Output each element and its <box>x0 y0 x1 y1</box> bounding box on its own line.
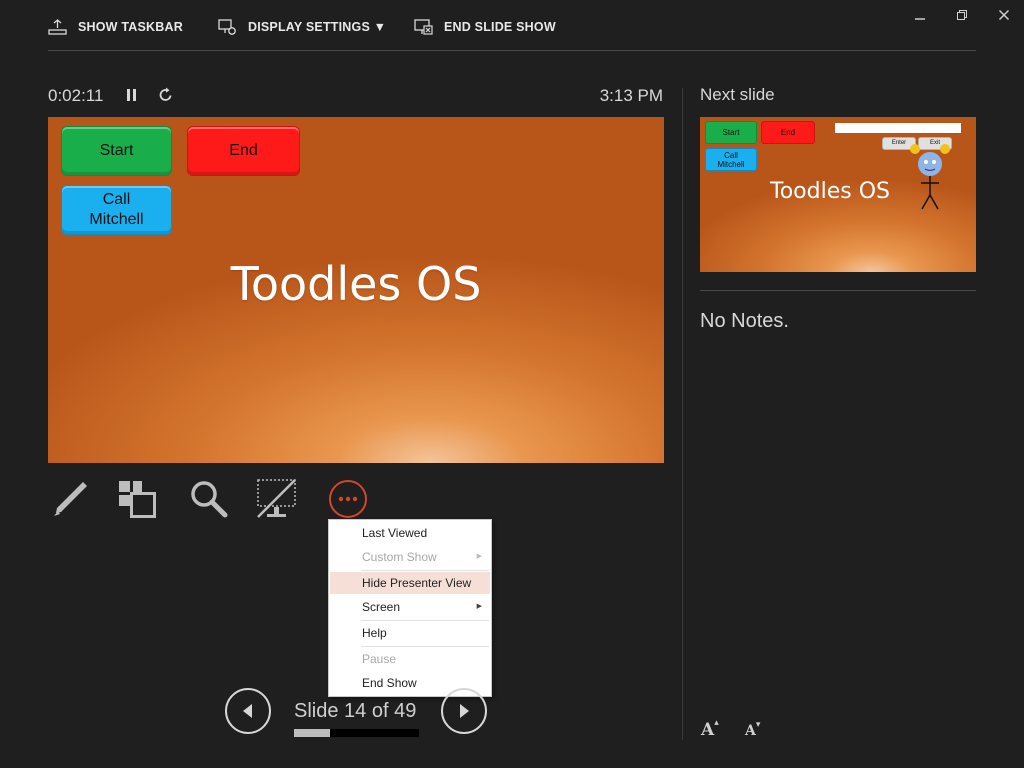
show-taskbar-button[interactable]: SHOW TASKBAR <box>48 16 183 38</box>
show-taskbar-label: SHOW TASKBAR <box>78 20 183 34</box>
pane-divider <box>682 88 683 740</box>
preview-end-button: End <box>761 121 815 144</box>
preview-text-box <box>835 123 961 133</box>
taskbar-icon <box>48 19 67 35</box>
menu-item-screen[interactable]: Screen ▶ <box>330 596 490 618</box>
previous-arrow-icon <box>243 704 252 718</box>
menu-item-label: Hide Presenter View <box>362 576 472 590</box>
display-settings-label: DISPLAY SETTINGS ▼ <box>248 20 387 34</box>
slide-sorter-button[interactable] <box>115 477 159 521</box>
restart-timer-button[interactable] <box>158 86 176 106</box>
elapsed-timer: 0:02:11 <box>48 86 103 106</box>
submenu-arrow-icon: ▶ <box>476 553 482 560</box>
slide-start-label: Start <box>99 142 134 159</box>
preview-call-button: Call Mitchell <box>705 148 757 171</box>
minimize-button[interactable] <box>905 4 935 24</box>
close-button[interactable] <box>989 4 1019 24</box>
menu-item-label: Help <box>362 626 387 640</box>
caret-up-icon: ▴ <box>714 718 719 728</box>
menu-item-label: Last Viewed <box>362 526 428 540</box>
display-settings-icon <box>218 19 236 35</box>
preview-slide-title: Toodles OS <box>770 179 890 204</box>
slide-progress-bar <box>294 729 419 737</box>
menu-item-label: Pause <box>362 652 397 666</box>
increase-font-icon: A <box>701 720 715 740</box>
slide-call-button[interactable]: Call Mitchell <box>61 185 172 235</box>
pause-icon <box>127 89 136 101</box>
pause-timer-button[interactable] <box>124 86 142 106</box>
menu-item-last-viewed[interactable]: Last Viewed <box>330 522 490 544</box>
end-show-icon <box>414 19 433 35</box>
clock: 3:13 PM <box>600 86 663 106</box>
preview-start-label: Start <box>722 128 740 137</box>
pen-icon <box>54 482 87 516</box>
options-menu: Last Viewed Custom Show ▶ Hide Presenter … <box>328 519 492 697</box>
zoom-button[interactable] <box>186 477 230 521</box>
pen-tool-button[interactable] <box>47 477 91 521</box>
restore-button[interactable] <box>947 4 977 24</box>
next-slide-preview[interactable]: Start End Call Mitchell Enter Exit Toodl… <box>700 117 976 272</box>
slide-end-label: End <box>229 142 258 159</box>
slide-title: Toodles OS <box>230 257 482 311</box>
next-slide-button[interactable] <box>441 688 487 734</box>
more-options-button[interactable] <box>326 477 370 521</box>
slide-sorter-icon <box>119 481 156 518</box>
restart-icon <box>159 87 172 101</box>
menu-item-label: Screen <box>362 600 401 614</box>
slide-call-label: Call Mitchell <box>89 191 144 228</box>
preview-enter-label: Enter <box>891 140 907 146</box>
menu-item-label: End Show <box>362 676 417 690</box>
menu-separator <box>361 646 489 647</box>
increase-font-button[interactable]: A▴ <box>701 718 719 740</box>
end-slide-show-button[interactable]: END SLIDE SHOW <box>414 16 556 38</box>
slide-progress-fill <box>294 729 330 737</box>
decrease-font-icon: A <box>745 723 756 739</box>
preview-end-label: End <box>780 128 796 137</box>
restore-icon <box>957 9 967 20</box>
submenu-arrow-icon: ▶ <box>476 603 482 610</box>
slide-counter[interactable]: Slide 14 of 49 <box>294 700 416 723</box>
black-screen-button[interactable] <box>255 477 299 521</box>
menu-item-help[interactable]: Help <box>330 622 490 644</box>
black-screen-icon <box>257 479 296 518</box>
preview-start-button: Start <box>705 121 757 144</box>
caret-down-icon: ▾ <box>755 720 761 730</box>
menu-item-hide-presenter-view[interactable]: Hide Presenter View <box>330 572 490 594</box>
elapsed-time: 0:02:11 <box>48 86 104 105</box>
clock-time: 3:13 PM <box>599 86 663 105</box>
current-slide[interactable]: Start End Call Mitchell Toodles OS <box>48 117 664 463</box>
menu-separator <box>361 620 489 621</box>
next-slide-label: Next slide <box>700 85 775 104</box>
preview-call-label: Call Mitchell <box>717 150 745 169</box>
end-slide-show-label: END SLIDE SHOW <box>444 20 556 34</box>
notes-divider <box>700 290 976 291</box>
slide-end-button[interactable]: End <box>187 126 300 176</box>
slide-start-button[interactable]: Start <box>61 126 172 176</box>
speaker-notes: No Notes. <box>700 310 789 332</box>
minimize-icon <box>915 17 925 20</box>
close-icon <box>998 9 1010 20</box>
menu-separator <box>361 570 489 571</box>
toolbar-divider <box>48 50 976 51</box>
menu-item-custom-show[interactable]: Custom Show ▶ <box>330 546 490 568</box>
zoom-icon <box>191 481 228 518</box>
stick-figure-icon <box>910 144 950 210</box>
menu-item-label: Custom Show <box>362 550 437 564</box>
display-settings-button[interactable]: DISPLAY SETTINGS ▼ <box>218 16 386 38</box>
menu-item-pause[interactable]: Pause <box>330 648 490 670</box>
next-arrow-icon <box>460 704 469 718</box>
previous-slide-button[interactable] <box>225 688 271 734</box>
decrease-font-button[interactable]: A▾ <box>745 720 761 739</box>
more-options-icon <box>329 480 367 518</box>
